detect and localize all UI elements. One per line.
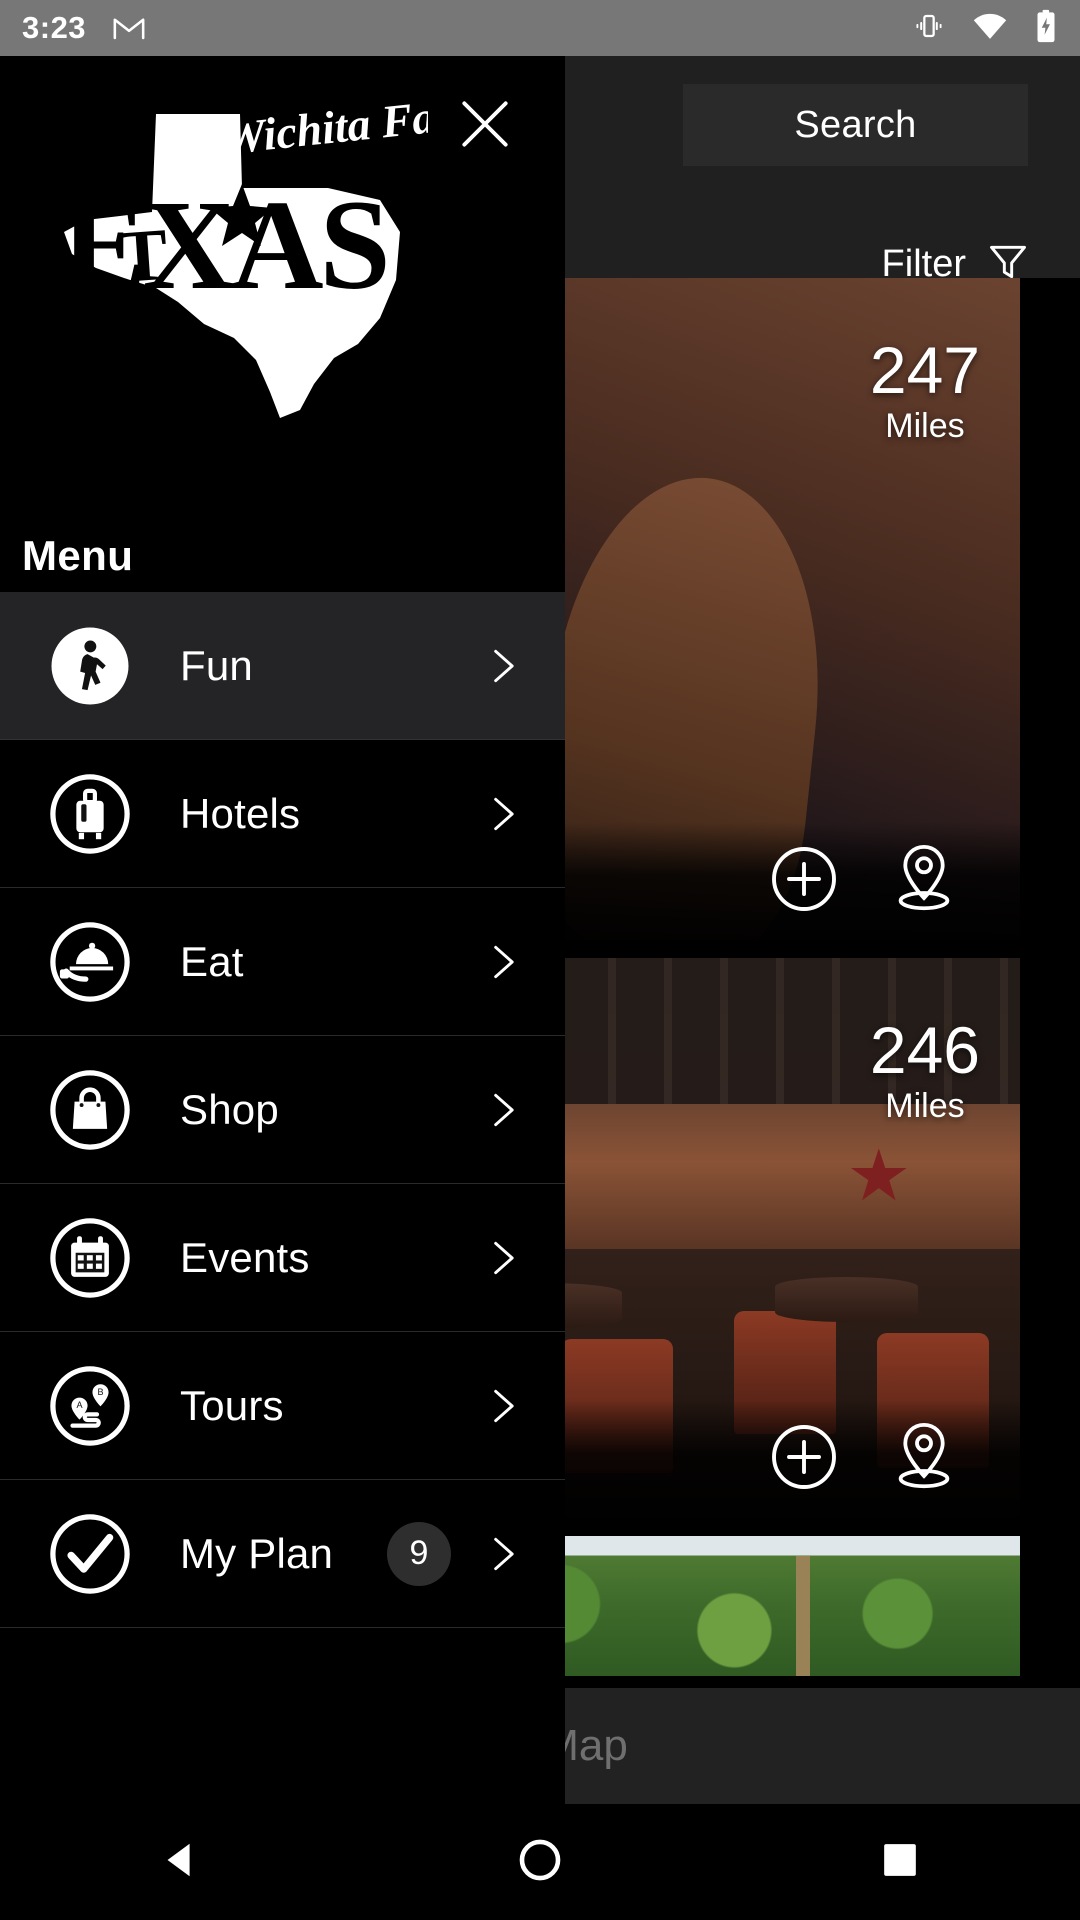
distance-value: 247 xyxy=(869,333,980,407)
walking-person-icon xyxy=(48,624,132,708)
chevron-right-icon xyxy=(481,936,565,988)
sidebar-item-label: Events xyxy=(180,1233,310,1281)
sidebar-item-shop[interactable]: Shop xyxy=(0,1036,565,1184)
svg-text:EXAS: EXAS xyxy=(61,174,386,316)
sidebar-item-eat[interactable]: Eat xyxy=(0,888,565,1036)
distance-badge: 247 Miles xyxy=(870,336,980,446)
sidebar-item-my-plan[interactable]: My Plan 9 xyxy=(0,1480,565,1628)
distance-badge: 246 Miles xyxy=(870,1016,980,1126)
plus-circle-icon[interactable] xyxy=(768,843,840,920)
back-button[interactable] xyxy=(0,1837,360,1888)
chevron-right-icon xyxy=(481,1084,565,1136)
recents-button[interactable] xyxy=(720,1840,1080,1885)
gmail-icon xyxy=(112,14,146,42)
svg-text:B: B xyxy=(97,1386,103,1396)
menu-list: Fun Hotels Eat Shop Events A B Tours My … xyxy=(0,592,565,1628)
sidebar-item-events[interactable]: Events xyxy=(0,1184,565,1332)
battery-charging-icon xyxy=(1034,9,1058,48)
svg-text:Wichita Falls: Wichita Falls xyxy=(222,92,428,164)
room-service-icon xyxy=(48,920,132,1004)
status-badge: 9 xyxy=(387,1521,451,1586)
card-actions xyxy=(768,1419,1020,1500)
close-icon xyxy=(454,93,516,160)
status-icons xyxy=(912,9,1058,48)
map-pin-icon[interactable] xyxy=(888,841,960,922)
card-actions xyxy=(768,841,1020,922)
calendar-icon xyxy=(48,1216,132,1300)
distance-value: 246 xyxy=(869,1013,980,1087)
sidebar-item-label: Fun xyxy=(180,641,253,689)
chevron-right-icon xyxy=(481,788,565,840)
chevron-right-icon xyxy=(481,1380,565,1432)
recents-square-icon xyxy=(880,1840,920,1885)
sidebar-item-tours[interactable]: A B Tours xyxy=(0,1332,565,1480)
plus-circle-icon[interactable] xyxy=(768,1421,840,1498)
luggage-icon xyxy=(48,772,132,856)
wifi-icon xyxy=(972,11,1008,46)
shopping-bag-icon xyxy=(48,1068,132,1152)
search-button[interactable]: Search xyxy=(683,84,1028,166)
distance-unit: Miles xyxy=(885,1087,965,1125)
sidebar-item-label: My Plan xyxy=(180,1529,334,1577)
search-label: Search xyxy=(794,103,917,146)
android-nav-bar xyxy=(0,1804,1080,1920)
navigation-drawer: Wichita Falls EXAS T Menu Fun Hotels Eat… xyxy=(0,56,565,1804)
status-time: 3:23 xyxy=(22,10,87,45)
close-button[interactable] xyxy=(447,88,523,164)
sidebar-item-hotels[interactable]: Hotels xyxy=(0,740,565,888)
sidebar-item-label: Hotels xyxy=(180,789,301,837)
status-bar: 3:23 xyxy=(0,0,1080,56)
distance-unit: Miles xyxy=(885,407,965,445)
wichita-falls-texas-logo: Wichita Falls EXAS T xyxy=(28,87,481,422)
chevron-right-icon xyxy=(481,640,565,692)
sidebar-item-fun[interactable]: Fun xyxy=(0,592,565,740)
chevron-right-icon xyxy=(481,1528,565,1580)
vibrate-icon xyxy=(912,10,946,47)
svg-text:A: A xyxy=(76,1400,83,1410)
chevron-right-icon xyxy=(481,1232,565,1284)
back-triangle-icon xyxy=(157,1837,203,1888)
svg-text:T: T xyxy=(115,214,170,299)
sidebar-item-label: Eat xyxy=(180,937,244,985)
app-screen: Search Filter 247 Miles 246 Miles Map Wi… xyxy=(0,0,1080,1920)
sidebar-item-label: Tours xyxy=(180,1381,284,1429)
route-pins-icon: A B xyxy=(48,1364,132,1448)
map-pin-icon[interactable] xyxy=(888,1419,960,1500)
drawer-header: Wichita Falls EXAS T xyxy=(0,56,565,460)
home-circle-icon xyxy=(517,1837,563,1888)
menu-title: Menu xyxy=(22,532,134,579)
home-button[interactable] xyxy=(360,1837,720,1888)
sidebar-item-label: Shop xyxy=(180,1085,279,1133)
check-circle-icon xyxy=(48,1512,132,1596)
